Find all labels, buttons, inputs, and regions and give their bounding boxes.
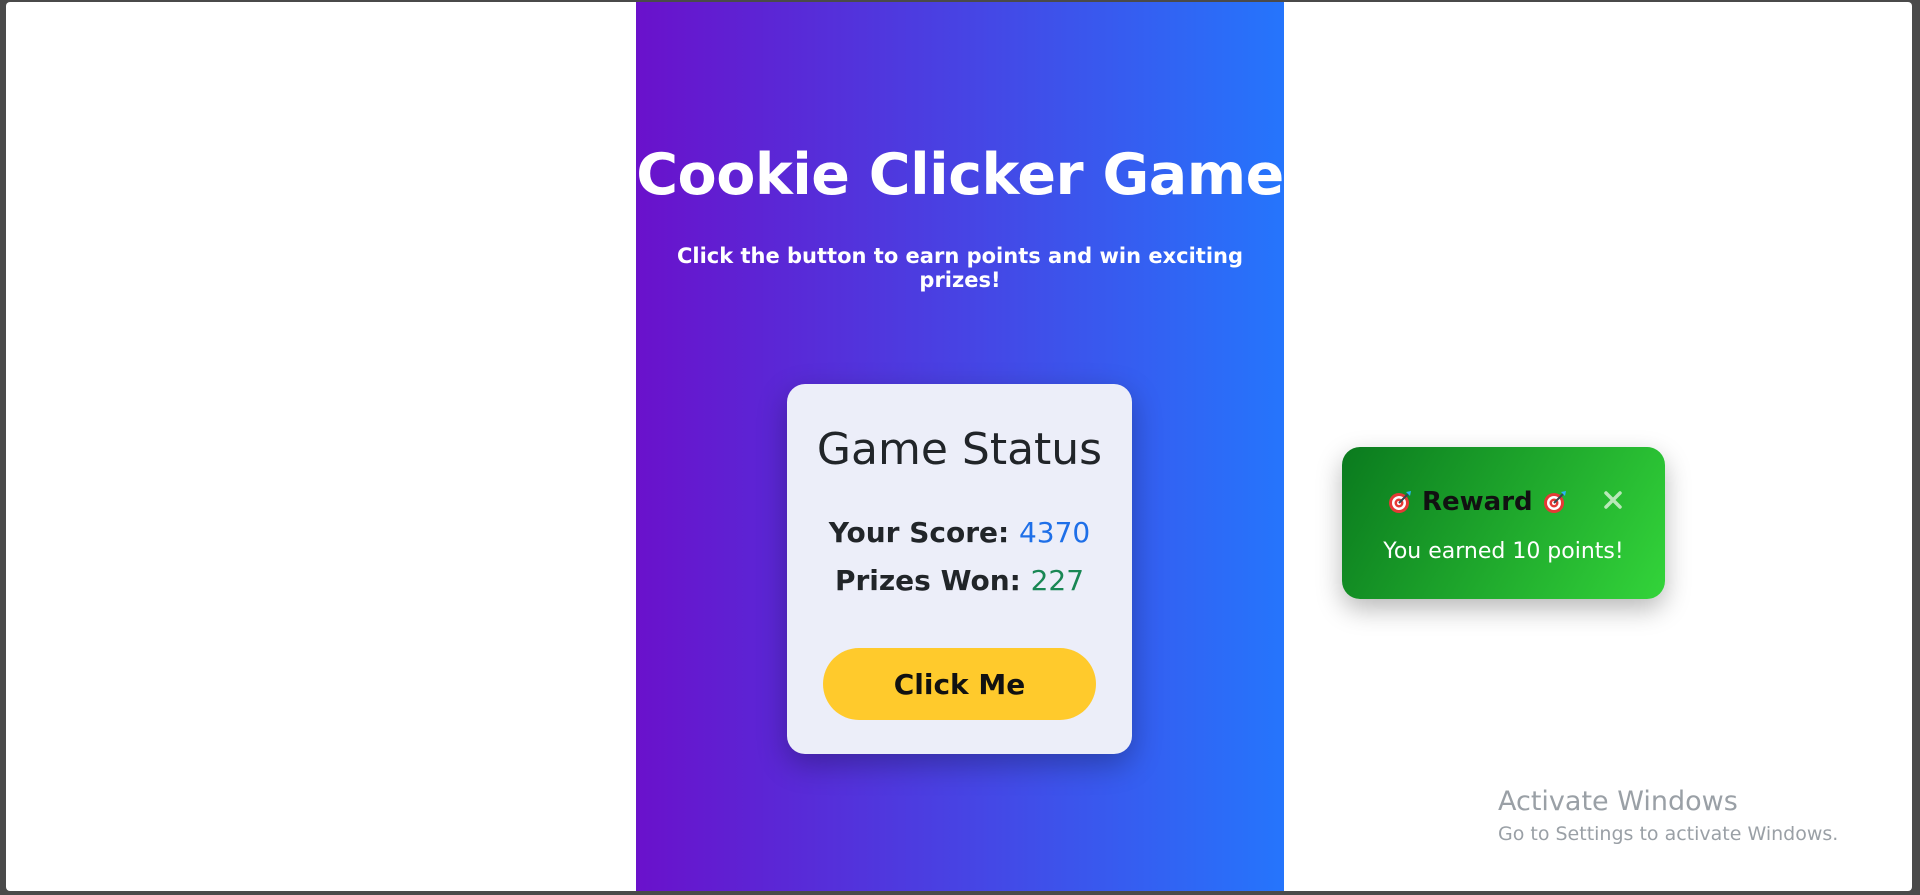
- score-value: 4370: [1018, 516, 1091, 549]
- toast-title: Reward: [1422, 487, 1533, 517]
- activation-subtitle: Go to Settings to activate Windows.: [1498, 823, 1839, 845]
- page-title: Cookie Clicker Game: [636, 142, 1284, 208]
- prizes-label: Prizes Won:: [834, 564, 1021, 597]
- toast-header: Reward: [1388, 485, 1567, 519]
- game-container: Cookie Clicker Game Click the button to …: [636, 2, 1284, 891]
- toast-message: You earned 10 points!: [1383, 539, 1624, 564]
- target-icon: [1543, 490, 1567, 514]
- close-icon: [1596, 491, 1630, 520]
- browser-viewport: Cookie Clicker Game Click the button to …: [6, 2, 1912, 891]
- target-icon: [1388, 490, 1412, 514]
- page-subtitle: Click the button to earn points and win …: [676, 244, 1244, 292]
- prizes-line: Prizes Won: 227: [787, 564, 1132, 597]
- game-status-heading: Game Status: [816, 424, 1103, 475]
- activation-title: Activate Windows: [1498, 786, 1738, 817]
- close-toast-button[interactable]: [1596, 483, 1630, 517]
- click-me-button[interactable]: Click Me: [823, 648, 1096, 720]
- reward-toast: Reward You earned 10 points!: [1342, 447, 1665, 599]
- score-line: Your Score: 4370: [787, 516, 1132, 549]
- score-label: Your Score:: [828, 516, 1010, 549]
- game-status-card: Game Status Your Score: 4370 Prizes Won:…: [787, 384, 1132, 754]
- prizes-value: 227: [1030, 564, 1085, 597]
- windows-activation-watermark: Activate Windows Go to Settings to activ…: [1498, 786, 1838, 845]
